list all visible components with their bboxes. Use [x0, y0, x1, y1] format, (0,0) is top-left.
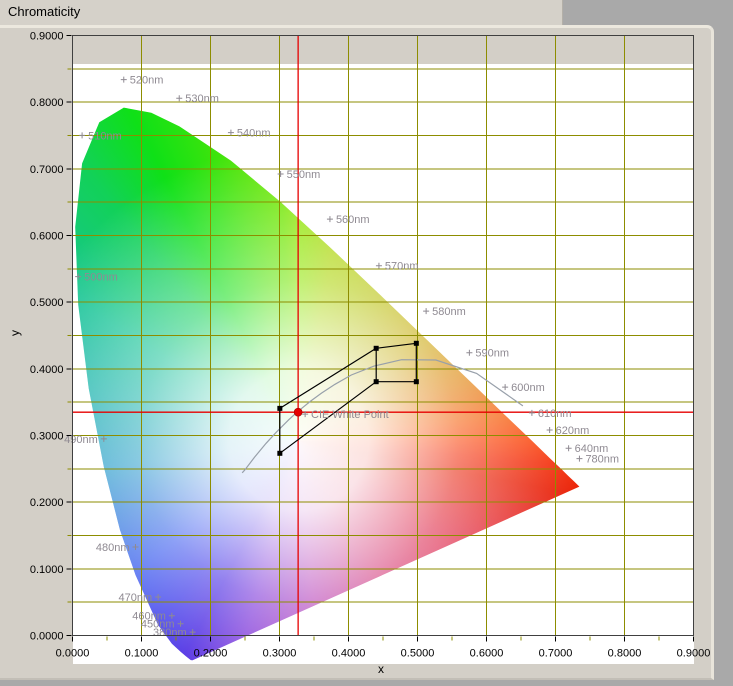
wavelength-label: 500nm	[84, 272, 118, 284]
wavelength-label: 580nm	[432, 306, 466, 318]
wavelength-label: 590nm	[475, 348, 509, 360]
wavelength-label: 600nm	[511, 382, 545, 394]
x-tick-label: 0.4000	[332, 648, 366, 660]
wavelength-label: 570nm	[385, 261, 419, 273]
y-tick-label: 0.5000	[30, 297, 64, 309]
x-tick-label: 0.8000	[608, 648, 642, 660]
polygon-vertex-marker	[277, 451, 282, 456]
wavelength-label: 460nm	[132, 611, 166, 623]
polygon-vertex-marker	[414, 379, 419, 384]
polygon-vertex-marker	[277, 406, 282, 411]
polygon-vertex-marker	[374, 379, 379, 384]
x-tick-label: 0.1000	[125, 648, 159, 660]
wavelength-label: 550nm	[287, 169, 321, 181]
wavelength-label: 560nm	[336, 214, 370, 226]
wavelength-label: 510nm	[88, 130, 122, 142]
wavelength-tick-icon	[278, 171, 284, 177]
wavelength-tick-icon	[376, 263, 382, 269]
x-tick-label: 0.5000	[401, 648, 435, 660]
wavelength-tick-icon	[466, 350, 472, 356]
chromaticity-window: Chromaticity 380nm450nm460nm470nm480nm49…	[0, 0, 733, 686]
tick-labels-layer: 0.0000 0.1000 0.2000 0.3000 0.4000 0.5000 0.60…	[30, 31, 710, 660]
y-tick-label: 0.7000	[30, 164, 64, 176]
white-point-label: CIE White Point	[311, 409, 389, 421]
x-tick-label: 0.6000	[470, 648, 504, 660]
y-axis-title: y	[8, 330, 22, 336]
y-tick-label: 0.4000	[30, 364, 64, 376]
x-axis-title: x	[378, 662, 384, 676]
wavelength-tick-icon	[101, 436, 107, 442]
wavelength-labels-layer: 380nm450nm460nm470nm480nm490nm500nm510nm…	[64, 75, 619, 640]
wavelength-tick-icon	[155, 594, 161, 600]
y-tick-label: 0.3000	[30, 431, 64, 443]
wavelength-label: 530nm	[185, 93, 219, 105]
x-tick-label: 0.3000	[263, 648, 297, 660]
chart-overlay: 380nm450nm460nm470nm480nm490nm500nm510nm…	[0, 0, 733, 686]
wavelength-tick-icon	[178, 621, 184, 627]
wavelength-label: 470nm	[118, 592, 152, 604]
wavelength-label: 610nm	[538, 408, 572, 420]
wavelength-tick-icon	[529, 410, 535, 416]
y-tick-label: 0.9000	[30, 31, 64, 43]
polygon-vertex-marker	[374, 346, 379, 351]
y-tick-label: 0.2000	[30, 497, 64, 509]
x-tick-label: 0.9000	[677, 648, 711, 660]
wavelength-tick-icon	[190, 629, 196, 635]
wavelength-label: 620nm	[556, 425, 590, 437]
wavelength-tick-icon	[502, 384, 508, 390]
y-tick-label: 0.6000	[30, 231, 64, 243]
wavelength-tick-icon	[566, 445, 572, 451]
x-tick-label: 0.2000	[194, 648, 228, 660]
wavelength-tick-icon	[132, 544, 138, 550]
wavelength-tick-icon	[547, 427, 553, 433]
y-tick-label: 0.0000	[30, 631, 64, 643]
white-point-dot	[294, 408, 302, 416]
wavelength-tick-icon	[75, 274, 81, 280]
wavelength-tick-icon	[79, 132, 85, 138]
wavelength-label: 520nm	[130, 75, 164, 87]
wavelength-label: 540nm	[237, 128, 271, 140]
wavelength-tick-icon	[228, 130, 234, 136]
wavelength-tick-icon	[121, 77, 127, 83]
wavelength-tick-icon	[176, 95, 182, 101]
wavelength-label: 780nm	[585, 454, 619, 466]
wavelength-label: 480nm	[96, 542, 130, 554]
axes-layer	[67, 36, 694, 642]
x-tick-label: 0.0000	[56, 648, 90, 660]
y-tick-label: 0.8000	[30, 97, 64, 109]
polygon-vertex-marker	[414, 341, 419, 346]
wavelength-tick-icon	[423, 308, 429, 314]
grid-layer	[73, 36, 694, 636]
y-tick-label: 0.1000	[30, 564, 64, 576]
wavelength-tick-icon	[327, 216, 333, 222]
x-tick-label: 0.7000	[539, 648, 573, 660]
wavelength-tick-icon	[576, 456, 582, 462]
